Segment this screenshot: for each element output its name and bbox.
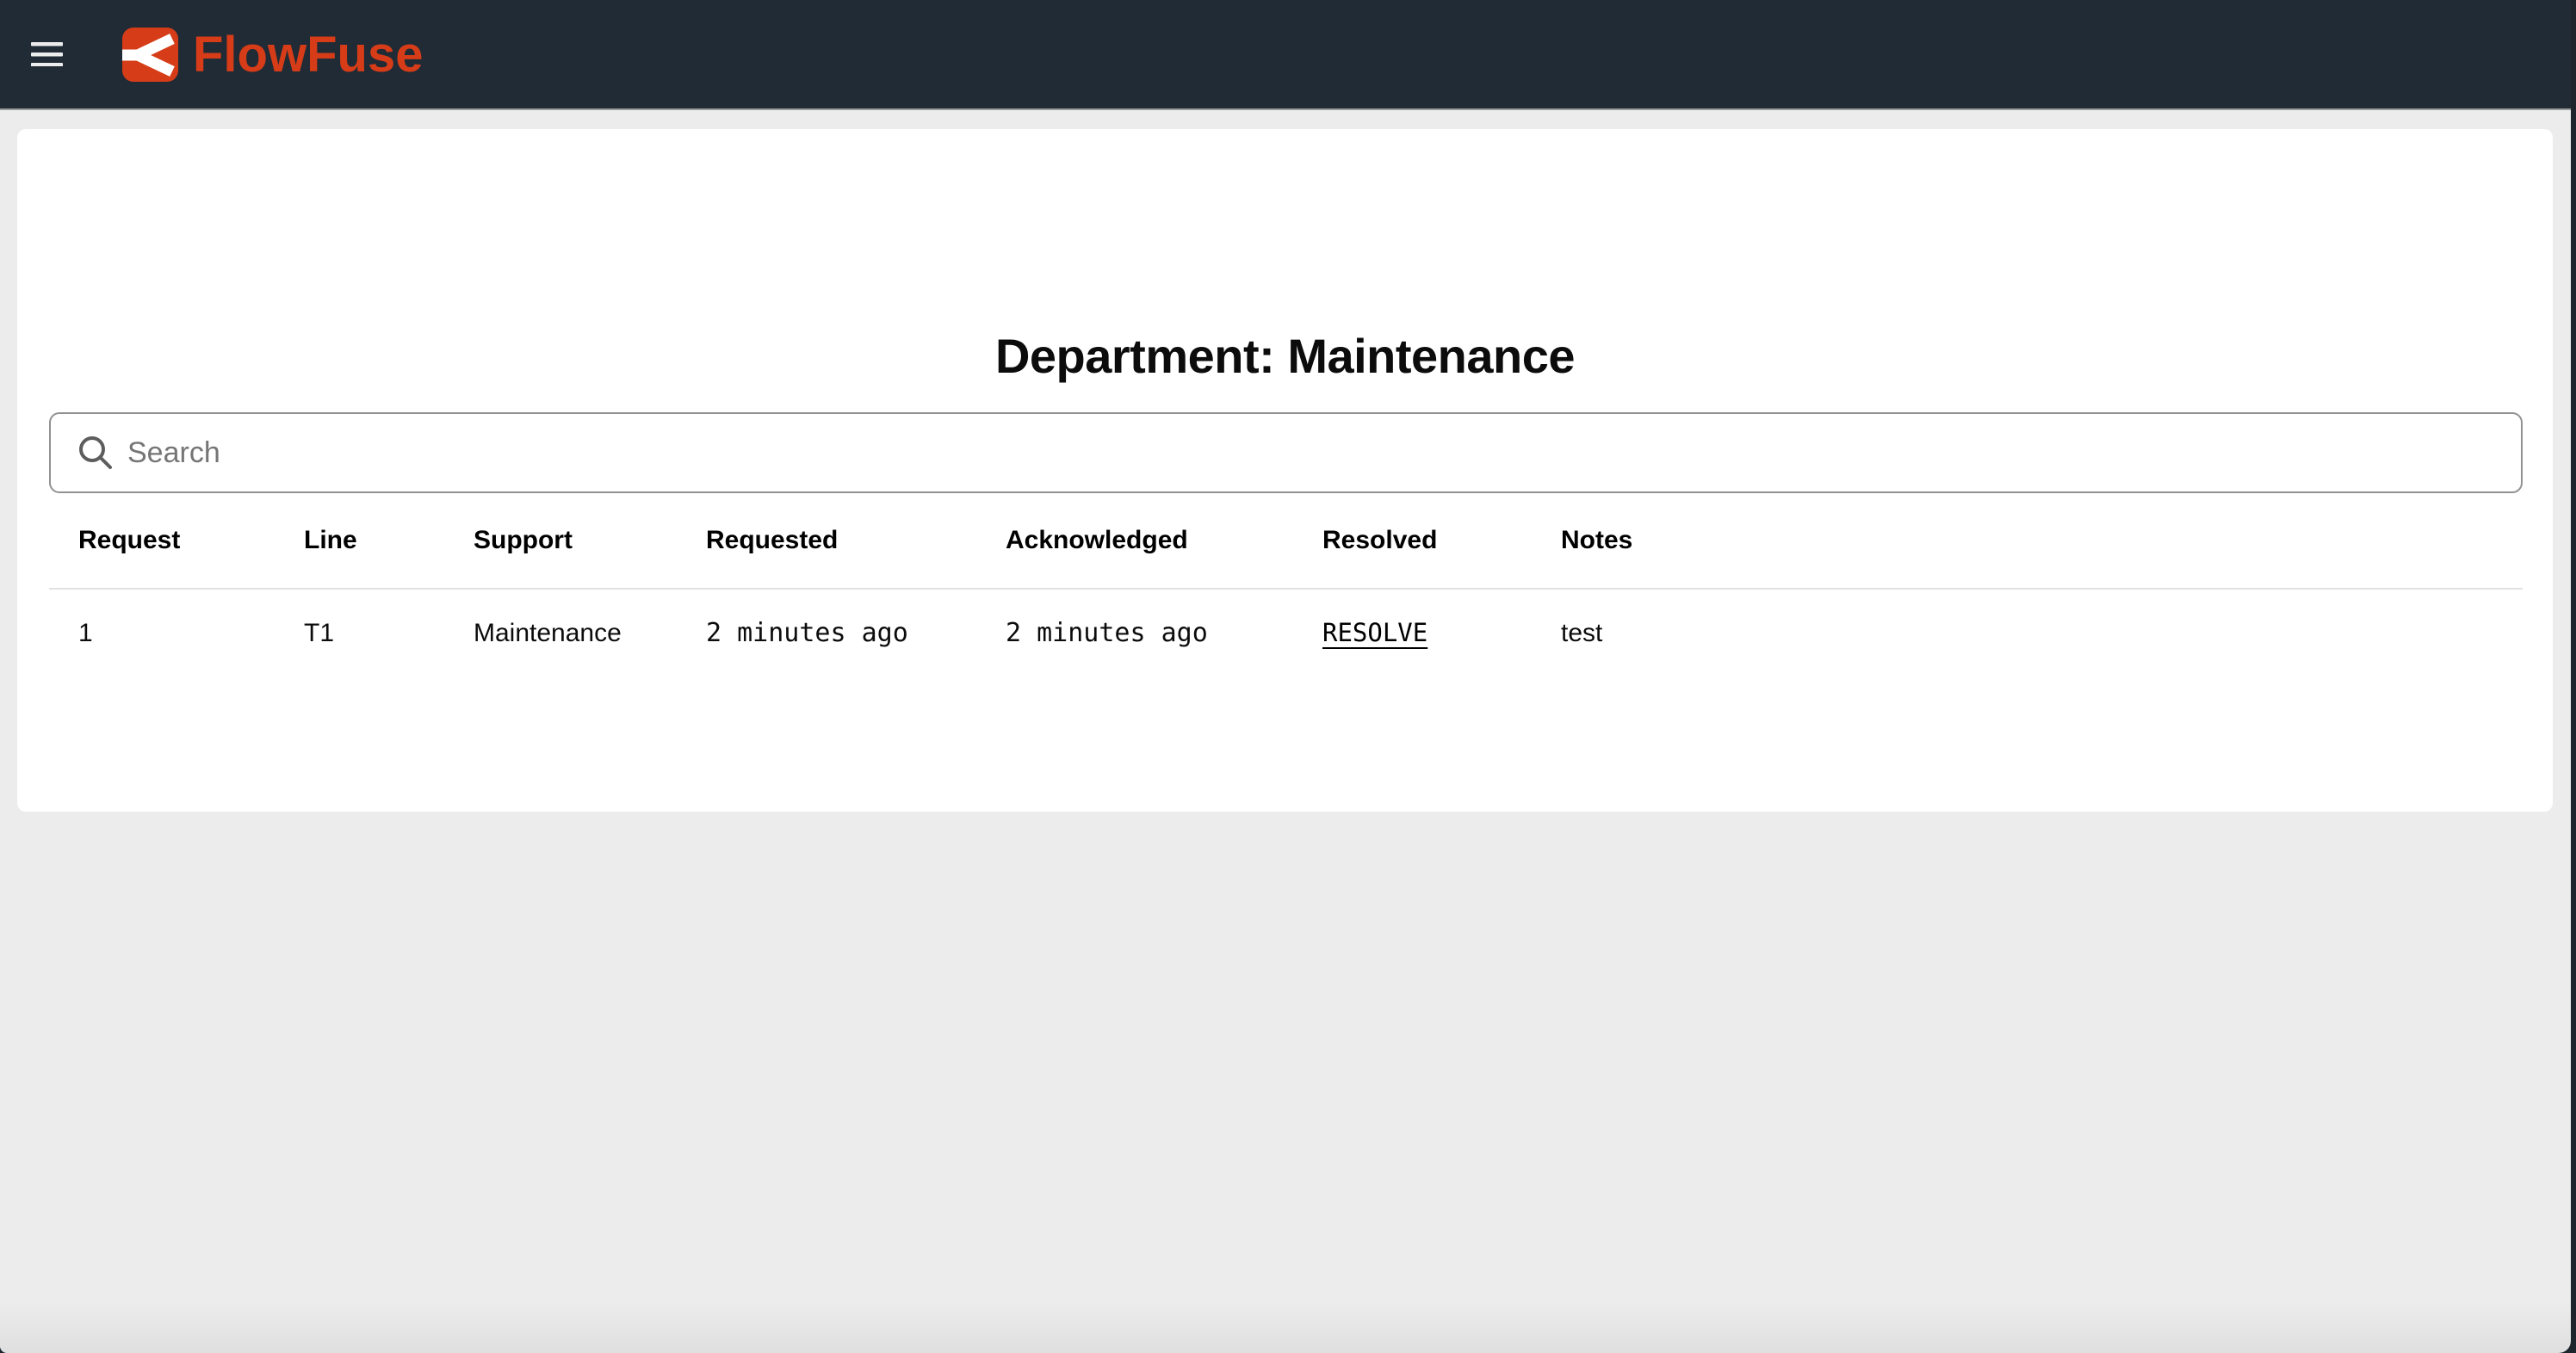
- cell-requested: 2 minutes ago: [677, 589, 976, 676]
- cell-notes: test: [1532, 589, 2523, 676]
- flowfuse-logo-icon: [122, 28, 178, 82]
- app-header: FlowFuse: [0, 0, 2571, 110]
- requests-table: Request Line Support Requested Acknowled…: [49, 493, 2523, 676]
- column-header-line: Line: [275, 493, 444, 589]
- column-header-support: Support: [444, 493, 677, 589]
- search-input[interactable]: [115, 414, 2521, 491]
- column-header-acknowledged: Acknowledged: [976, 493, 1293, 589]
- page-title: Department: Maintenance: [17, 327, 2553, 386]
- search-box[interactable]: [49, 412, 2523, 493]
- cell-resolved: RESOLVE: [1293, 589, 1532, 676]
- content-card: Department: Maintenance Request: [17, 129, 2553, 812]
- column-header-resolved: Resolved: [1293, 493, 1532, 589]
- column-header-request: Request: [49, 493, 275, 589]
- brand-name: FlowFuse: [193, 26, 423, 83]
- search-icon: [76, 433, 115, 473]
- resolve-link[interactable]: RESOLVE: [1322, 618, 1427, 647]
- table-row: 1 T1 Maintenance 2 minutes ago 2 minutes…: [49, 589, 2523, 676]
- menu-button[interactable]: [31, 42, 63, 66]
- cell-support: Maintenance: [444, 589, 677, 676]
- cell-line: T1: [275, 589, 444, 676]
- browser-viewport: FlowFuse Department: Maintenance: [0, 0, 2571, 1353]
- cell-acknowledged: 2 minutes ago: [976, 589, 1293, 676]
- column-header-requested: Requested: [677, 493, 976, 589]
- hamburger-icon: [31, 42, 63, 66]
- cell-request: 1: [49, 589, 275, 676]
- column-header-notes: Notes: [1532, 493, 2523, 589]
- brand: FlowFuse: [122, 26, 423, 83]
- table-header-row: Request Line Support Requested Acknowled…: [49, 493, 2523, 589]
